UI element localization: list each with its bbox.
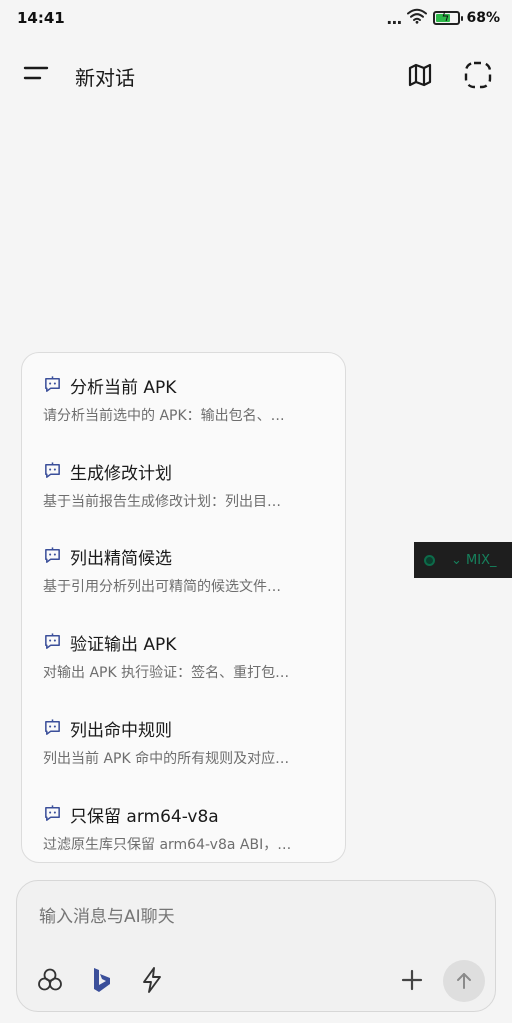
suggestion-title: 分析当前 APK — [70, 378, 177, 398]
suggestion-description: 请分析当前选中的 APK：输出包名、… — [43, 408, 285, 424]
suggestion-description: 基于引用分析列出可精简的候选文件… — [43, 579, 281, 595]
suggestion-description: 对输出 APK 执行验证：签名、重打包… — [43, 665, 290, 681]
chat-bot-icon — [45, 376, 60, 392]
suggestion-list: 分析当前 APK 请分析当前选中的 APK：输出包名、… 生成修改计划 基于当前… — [21, 352, 346, 863]
bing-icon — [94, 968, 110, 992]
wifi-icon — [407, 8, 428, 28]
suggestion-title: 列出精简候选 — [70, 549, 172, 569]
lightning-icon — [143, 967, 161, 993]
message-composer — [16, 880, 496, 1012]
map-icon — [408, 63, 432, 87]
model-cluster-button[interactable] — [35, 965, 65, 995]
chat-bot-icon — [45, 547, 60, 563]
status-icons: ... ϟ 68% — [386, 8, 500, 28]
send-button[interactable] — [443, 960, 485, 1002]
menu-button[interactable] — [22, 60, 52, 88]
selection-button[interactable] — [462, 59, 494, 91]
suggestion-item[interactable]: 分析当前 APK 请分析当前选中的 APK：输出包名、… — [22, 353, 345, 439]
suggestion-description: 基于当前报告生成修改计划：列出目… — [43, 494, 281, 510]
chat-bot-icon — [45, 719, 60, 735]
page-title: 新对话 — [75, 66, 135, 90]
arrow-up-icon — [457, 973, 471, 989]
message-input[interactable] — [39, 907, 459, 927]
suggestion-title: 验证输出 APK — [70, 635, 177, 655]
plus-icon — [401, 969, 423, 991]
model-cluster-icon — [38, 968, 62, 991]
app-bar: 新对话 — [0, 52, 512, 96]
more-dots-indicator: ... — [386, 8, 402, 28]
chat-bot-icon — [45, 633, 60, 649]
dashed-select-icon — [464, 61, 492, 89]
menu-icon — [23, 66, 49, 80]
chat-screen: 14:41 ... ϟ 68% 新对话 ⌄ MIX_ 分析当前 APK 请分析当… — [0, 0, 512, 1023]
record-dot-icon — [424, 554, 435, 566]
suggestion-item[interactable]: 列出命中规则 列出当前 APK 命中的所有规则及对应… — [22, 696, 345, 782]
status-bar: 14:41 ... ϟ 68% — [0, 0, 512, 36]
debug-overlay-chip[interactable]: ⌄ MIX_ — [414, 542, 512, 578]
suggestion-title: 生成修改计划 — [70, 464, 172, 484]
chat-bot-icon — [45, 805, 60, 821]
battery-icon: ϟ — [433, 10, 464, 25]
suggestion-description: 列出当前 APK 命中的所有规则及对应… — [43, 751, 290, 767]
debug-chip-label: ⌄ MIX_ — [451, 552, 497, 568]
suggestion-item[interactable]: 列出精简候选 基于引用分析列出可精简的候选文件… — [22, 524, 345, 610]
quick-action-button[interactable] — [137, 965, 167, 995]
status-time: 14:41 — [17, 9, 65, 27]
chat-bot-icon — [45, 462, 60, 478]
suggestion-item[interactable]: 验证输出 APK 对输出 APK 执行验证：签名、重打包… — [22, 610, 345, 696]
suggestion-description: 过滤原生库只保留 arm64-v8a ABI，… — [43, 837, 292, 853]
suggestion-item[interactable]: 只保留 arm64-v8a 过滤原生库只保留 arm64-v8a ABI，… — [22, 782, 345, 862]
bing-button[interactable] — [86, 965, 116, 995]
add-attachment-button[interactable] — [397, 965, 427, 995]
suggestion-title: 列出命中规则 — [70, 721, 172, 741]
battery-percent: 68% — [466, 10, 500, 26]
suggestion-item[interactable]: 生成修改计划 基于当前报告生成修改计划：列出目… — [22, 439, 345, 525]
suggestion-title: 只保留 arm64-v8a — [70, 807, 219, 827]
map-button[interactable] — [405, 60, 435, 90]
charging-bolt-icon: ϟ — [441, 10, 450, 24]
